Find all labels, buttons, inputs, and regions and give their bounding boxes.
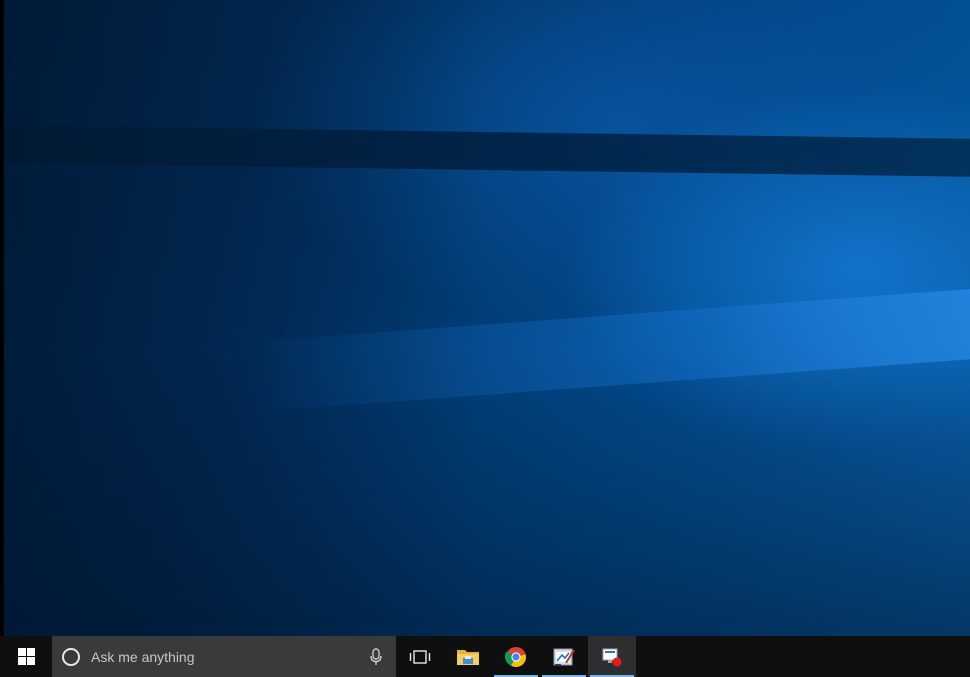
start-button[interactable] [0, 636, 52, 677]
taskbar: Ask me anything [0, 636, 970, 677]
taskbar-app-screen-recorder[interactable] [588, 636, 636, 677]
task-view-icon [409, 649, 431, 664]
file-explorer-icon [457, 649, 479, 665]
task-view-button[interactable] [396, 636, 444, 677]
screen-edge [0, 0, 4, 636]
microphone-icon[interactable] [370, 648, 382, 666]
search-box[interactable]: Ask me anything [52, 636, 396, 677]
screen-recorder-icon [602, 648, 622, 666]
cortana-icon [62, 647, 80, 666]
paint-app-icon [553, 648, 575, 666]
windows-logo-icon [17, 648, 35, 665]
search-placeholder: Ask me anything [91, 648, 195, 665]
desktop-wallpaper [0, 0, 970, 636]
taskbar-app-chrome[interactable] [492, 636, 540, 677]
taskbar-empty-area [636, 636, 970, 677]
taskbar-app-paint[interactable] [540, 636, 588, 677]
wallpaper-shadow [0, 0, 480, 636]
taskbar-app-file-explorer[interactable] [444, 636, 492, 677]
chrome-icon [505, 646, 527, 667]
